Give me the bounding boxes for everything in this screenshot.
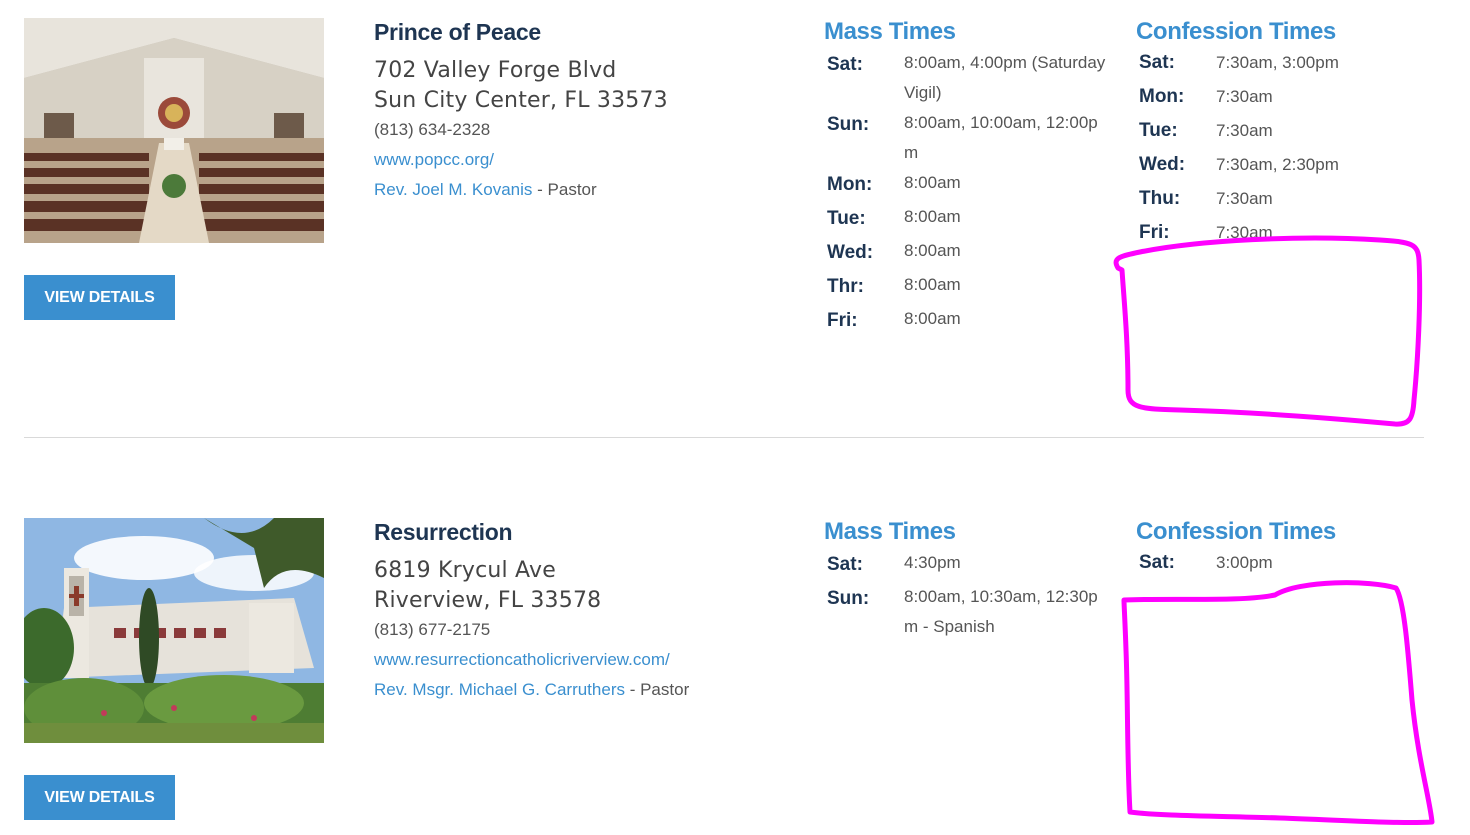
time-value: 8:00am	[904, 207, 961, 226]
listing-divider	[24, 437, 1424, 438]
time-value: 8:00am	[904, 275, 961, 294]
day-label: Fri:	[827, 310, 858, 331]
day-label: Sun:	[827, 114, 870, 135]
mass-time-row: Tue: 8:00am	[824, 202, 1114, 236]
church-name: Resurrection	[374, 519, 513, 545]
address-line-2: Riverview, FL 33578	[374, 588, 602, 613]
time-value: 7:30am, 2:30pm	[1216, 155, 1339, 174]
website-link[interactable]: www.popcc.org/	[374, 148, 494, 172]
address-line-1: 6819 Krycul Ave	[374, 558, 556, 583]
confession-time-row: Sat: 3:00pm	[1136, 546, 1436, 580]
mass-time-row: Sat: 8:00am, 4:00pm (Saturday Vigil)	[824, 48, 1114, 108]
confession-times-section: Confession Times Sat: 3:00pm	[1136, 518, 1436, 580]
day-label: Fri:	[1139, 222, 1170, 243]
day-label: Tue:	[827, 208, 866, 229]
confession-time-row: Fri: 7:30am	[1136, 216, 1436, 244]
time-value: 7:30am	[1216, 223, 1273, 242]
day-label: Sat:	[827, 54, 863, 75]
mass-time-row: Thr: 8:00am	[824, 270, 1114, 304]
day-label: Sat:	[1139, 552, 1175, 573]
confession-time-row: Mon: 7:30am	[1136, 80, 1436, 114]
address-line-2: Sun City Center, FL 33573	[374, 88, 668, 113]
mass-times-section: Mass Times Sat: 8:00am, 4:00pm (Saturday …	[824, 18, 1114, 338]
time-value: 7:30am, 3:00pm	[1216, 53, 1339, 72]
time-value: 8:00am	[904, 309, 961, 328]
day-label: Wed:	[1139, 154, 1186, 175]
address-line-1: 702 Valley Forge Blvd	[374, 58, 617, 83]
mass-time-row: Wed: 8:00am	[824, 236, 1114, 270]
view-details-button[interactable]: VIEW DETAILS	[24, 275, 175, 320]
time-value: 7:30am	[1216, 87, 1273, 106]
view-details-button[interactable]: VIEW DETAILS	[24, 775, 175, 820]
mass-times-heading: Mass Times	[824, 518, 956, 545]
day-label: Wed:	[827, 242, 874, 263]
confession-time-row: Sat: 7:30am, 3:00pm	[1136, 46, 1436, 80]
confession-time-row: Tue: 7:30am	[1136, 114, 1436, 148]
pastor-role: - Pastor	[624, 680, 690, 699]
time-value: 8:00am	[904, 173, 961, 192]
pastor-role: - Pastor	[532, 180, 597, 199]
phone-number: (813) 634-2328	[374, 120, 491, 139]
time-value: 3:00pm	[1216, 553, 1273, 572]
day-label: Sat:	[1139, 52, 1175, 73]
mass-time-row: Sun: 8:00am, 10:00am, 12:00pm	[824, 108, 1114, 168]
mass-times-heading: Mass Times	[824, 18, 956, 45]
time-value: 8:00am	[904, 241, 961, 260]
time-value: 7:30am	[1216, 121, 1273, 140]
website-link[interactable]: www.resurrectioncatholicriverview.com/	[374, 648, 670, 672]
day-label: Mon:	[1139, 86, 1185, 107]
pastor-link[interactable]: Rev. Msgr. Michael G. Carruthers	[374, 680, 625, 699]
mass-time-row: Mon: 8:00am	[824, 168, 1114, 202]
church-photo-exterior[interactable]	[24, 518, 324, 743]
day-label: Tue:	[1139, 120, 1178, 141]
day-label: Thr:	[827, 276, 864, 297]
time-value: 8:00am, 10:00am, 12:00pm	[904, 113, 1098, 162]
time-value: 8:00am, 10:30am, 12:30pm - Spanish	[904, 587, 1098, 636]
church-name: Prince of Peace	[374, 19, 541, 45]
pastor-line: Rev. Msgr. Michael G. Carruthers - Pasto…	[374, 678, 794, 702]
mass-time-row: Fri: 8:00am	[824, 304, 1114, 338]
time-value: 8:00am, 4:00pm (Saturday Vigil)	[904, 53, 1106, 102]
mass-time-row: Sun: 8:00am, 10:30am, 12:30pm - Spanish	[824, 582, 1114, 642]
annotation-box-1	[1113, 235, 1423, 427]
church-info: Prince of Peace 702 Valley Forge Blvd Su…	[374, 18, 794, 202]
pastor-line: Rev. Joel M. Kovanis - Pastor	[374, 178, 794, 202]
phone-number: (813) 677-2175	[374, 620, 491, 639]
time-value: 4:30pm	[904, 553, 961, 572]
address: 6819 Krycul Ave Riverview, FL 33578	[374, 556, 794, 616]
confession-time-row: Thu: 7:30am	[1136, 182, 1436, 216]
address: 702 Valley Forge Blvd Sun City Center, F…	[374, 56, 794, 116]
day-label: Sat:	[827, 554, 863, 575]
confession-times-heading: Confession Times	[1136, 18, 1336, 45]
mass-time-row: Sat: 4:30pm	[824, 548, 1114, 582]
day-label: Mon:	[827, 174, 873, 195]
church-photo-interior[interactable]	[24, 18, 324, 243]
day-label: Sun:	[827, 588, 870, 609]
church-info: Resurrection 6819 Krycul Ave Riverview, …	[374, 518, 794, 702]
pastor-link[interactable]: Rev. Joel M. Kovanis	[374, 180, 532, 199]
day-label: Thu:	[1139, 188, 1181, 209]
confession-times-heading: Confession Times	[1136, 518, 1336, 545]
confession-time-row: Wed: 7:30am, 2:30pm	[1136, 148, 1436, 182]
annotation-box-2	[1121, 580, 1435, 826]
confession-times-section: Confession Times Sat: 7:30am, 3:00pm Mon:…	[1136, 18, 1436, 244]
time-value: 7:30am	[1216, 189, 1273, 208]
mass-times-section: Mass Times Sat: 4:30pm Sun: 8:00am, 10:30a…	[824, 518, 1114, 642]
